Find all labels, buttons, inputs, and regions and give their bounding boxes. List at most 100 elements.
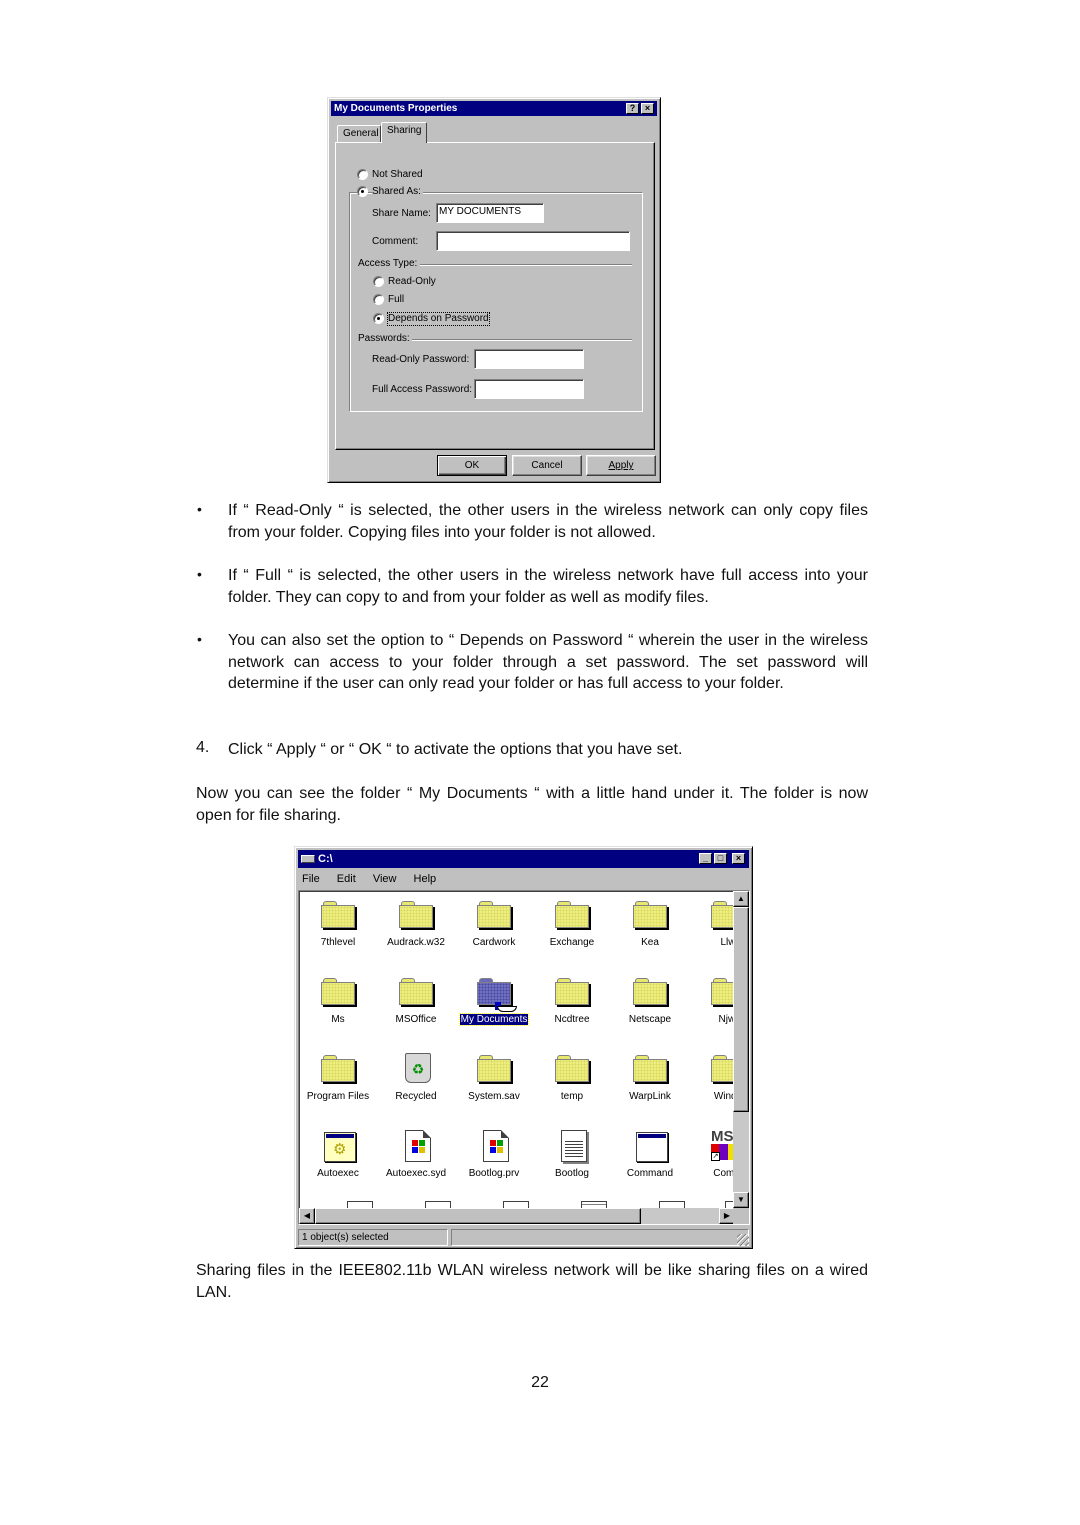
file-item[interactable]: Command bbox=[611, 1126, 689, 1196]
file-item-label: Bootlog bbox=[533, 1168, 611, 1180]
shared-folder-icon bbox=[477, 978, 517, 1012]
tab-general[interactable]: General bbox=[337, 125, 381, 143]
resize-grip[interactable] bbox=[737, 1234, 749, 1246]
file-item-name: Exchange bbox=[549, 937, 595, 948]
file-item-name: temp bbox=[560, 1091, 584, 1102]
depends-on-password-label[interactable]: Depends on Password bbox=[387, 312, 490, 326]
bullet-icon: • bbox=[197, 631, 202, 647]
help-button[interactable]: ? bbox=[626, 103, 639, 114]
program-icon bbox=[636, 1132, 668, 1162]
file-item-name: Command bbox=[626, 1168, 674, 1179]
explorer-window-c-drive: C:\ _ □ × File Edit View Help MS ↗ Comm Com… bbox=[294, 846, 753, 1249]
file-item-name: Recycled bbox=[395, 1091, 437, 1102]
file-item[interactable]: Program Files bbox=[299, 1049, 377, 1119]
file-item[interactable]: Audrack.w32 bbox=[377, 895, 455, 965]
tab-sharing[interactable]: Sharing bbox=[381, 122, 427, 143]
bullet-icon: • bbox=[197, 501, 202, 517]
file-item[interactable]: Kea bbox=[611, 895, 689, 965]
folder-icon bbox=[633, 978, 667, 1005]
file-item[interactable]: My Documents bbox=[455, 972, 533, 1042]
full-label[interactable]: Full bbox=[388, 294, 404, 306]
file-item-label: 7thlevel bbox=[299, 937, 377, 949]
dialog-title-bar: My Documents Properties ? × bbox=[331, 101, 657, 116]
not-shared-label[interactable]: Not Shared bbox=[372, 169, 423, 181]
folder-icon bbox=[555, 1055, 589, 1082]
bullet-read-only-text: If “ Read-Only “ is selected, the other … bbox=[228, 502, 868, 541]
scroll-left-button[interactable]: ◀ bbox=[299, 1208, 315, 1224]
file-item[interactable]: System.sav bbox=[455, 1049, 533, 1119]
shared-as-radio[interactable] bbox=[357, 186, 368, 197]
file-item-name: Autoexec.syd bbox=[385, 1168, 447, 1179]
read-only-radio[interactable] bbox=[373, 276, 384, 287]
close-button[interactable]: × bbox=[641, 103, 654, 114]
file-item-label: Audrack.w32 bbox=[377, 937, 455, 949]
file-item[interactable]: WarpLink bbox=[611, 1049, 689, 1119]
file-item-name: Audrack.w32 bbox=[387, 937, 445, 948]
file-item-label: Kea bbox=[611, 937, 689, 949]
file-item-label: Ms bbox=[299, 1014, 377, 1026]
read-only-password-label: Read-Only Password: bbox=[372, 354, 470, 365]
comment-label: Comment: bbox=[372, 236, 419, 247]
folder-icon bbox=[555, 901, 589, 928]
file-item[interactable]: MSOffice bbox=[377, 972, 455, 1042]
bullet-icon: • bbox=[197, 566, 202, 582]
menu-help[interactable]: Help bbox=[414, 870, 437, 888]
config-file-icon: ⚙ bbox=[324, 1132, 356, 1162]
close-button[interactable]: × bbox=[732, 853, 745, 864]
sharing-tab-panel: Not Shared Shared As: Share Name: MY DOC… bbox=[335, 142, 655, 450]
file-item-label: Ncdtree bbox=[533, 1014, 611, 1026]
file-item-label: Netscape bbox=[611, 1014, 689, 1026]
menu-view[interactable]: View bbox=[373, 870, 397, 888]
menu-file[interactable]: File bbox=[302, 870, 320, 888]
file-item[interactable]: temp bbox=[533, 1049, 611, 1119]
ok-button[interactable]: OK bbox=[437, 455, 507, 476]
folder-icon bbox=[633, 1055, 667, 1082]
read-only-label[interactable]: Read-Only bbox=[388, 276, 436, 288]
read-only-password-input[interactable] bbox=[474, 349, 584, 369]
bullet-depends-on-password-text: You can also set the option to “ Depends… bbox=[228, 632, 868, 693]
apply-button-label: Apply bbox=[608, 460, 634, 471]
shared-as-label[interactable]: Shared As: bbox=[372, 186, 423, 198]
windows-file-icon bbox=[483, 1130, 509, 1162]
menu-bar: File Edit View Help bbox=[299, 870, 447, 888]
scroll-down-button[interactable]: ▼ bbox=[733, 1192, 749, 1208]
folder-icon bbox=[321, 901, 355, 928]
cancel-button[interactable]: Cancel bbox=[512, 455, 582, 476]
horizontal-scrollbar[interactable]: ◀ ▶ bbox=[299, 1208, 735, 1224]
file-item-label: My Documents bbox=[455, 1013, 533, 1026]
file-item-name: Program Files bbox=[306, 1091, 370, 1102]
share-name-input[interactable]: MY DOCUMENTS bbox=[436, 203, 544, 223]
file-item[interactable]: Ncdtree bbox=[533, 972, 611, 1042]
file-item[interactable]: Bootlog.prv bbox=[455, 1126, 533, 1196]
file-item[interactable]: Exchange bbox=[533, 895, 611, 965]
file-item[interactable]: Cardwork bbox=[455, 895, 533, 965]
apply-button[interactable]: Apply bbox=[586, 455, 656, 476]
menu-edit[interactable]: Edit bbox=[337, 870, 356, 888]
maximize-button[interactable]: □ bbox=[714, 853, 727, 864]
vertical-scroll-thumb[interactable] bbox=[733, 907, 749, 1112]
file-item[interactable]: Ms bbox=[299, 972, 377, 1042]
file-item[interactable]: ♻ Recycled bbox=[377, 1049, 455, 1119]
vertical-scrollbar[interactable]: ▲ ▼ bbox=[733, 891, 749, 1208]
depends-on-password-radio[interactable] bbox=[373, 313, 384, 324]
scroll-up-button[interactable]: ▲ bbox=[733, 891, 749, 907]
horizontal-scroll-thumb[interactable] bbox=[315, 1208, 641, 1224]
file-item[interactable]: ⚙ Autoexec bbox=[299, 1126, 377, 1196]
folder-icon bbox=[477, 1055, 511, 1082]
file-item[interactable]: Autoexec.syd bbox=[377, 1126, 455, 1196]
file-item-name: Ncdtree bbox=[554, 1014, 590, 1025]
comment-input[interactable] bbox=[436, 231, 630, 251]
full-access-password-input[interactable] bbox=[474, 379, 584, 399]
file-item[interactable]: Netscape bbox=[611, 972, 689, 1042]
step-4-text: Click “ Apply “ or “ OK “ to activate th… bbox=[228, 741, 683, 758]
file-item-name: Ms bbox=[331, 1014, 345, 1025]
full-radio[interactable] bbox=[373, 294, 384, 305]
minimize-button[interactable]: _ bbox=[699, 853, 712, 864]
status-bar: 1 object(s) selected bbox=[298, 1229, 750, 1247]
file-item[interactable]: Bootlog bbox=[533, 1126, 611, 1196]
file-item-label: Autoexec bbox=[299, 1168, 377, 1180]
not-shared-radio[interactable] bbox=[357, 169, 368, 180]
folder-icon bbox=[399, 901, 433, 928]
file-item[interactable]: 7thlevel bbox=[299, 895, 377, 965]
file-item-name: MSOffice bbox=[395, 1014, 437, 1025]
